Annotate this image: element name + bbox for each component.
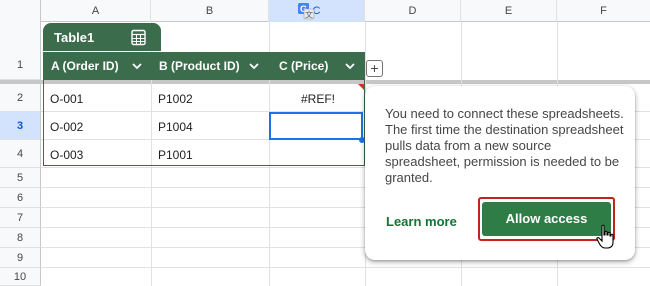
table-cell-error[interactable]: #REF! bbox=[301, 92, 335, 106]
hand-cursor-icon bbox=[596, 224, 614, 249]
table-header-a[interactable]: A (Order ID) bbox=[51, 52, 119, 80]
column-header-d[interactable]: D bbox=[365, 0, 461, 22]
column-header-b[interactable]: B bbox=[151, 0, 269, 22]
column-header-a[interactable]: A bbox=[41, 0, 151, 22]
row-header-8[interactable]: 8 bbox=[0, 228, 41, 248]
select-all-corner[interactable] bbox=[0, 0, 41, 22]
table-cell[interactable]: O-001 bbox=[50, 92, 83, 106]
calculator-icon bbox=[131, 29, 146, 46]
chevron-down-icon[interactable] bbox=[248, 61, 260, 71]
grid-line bbox=[41, 267, 650, 268]
table-cell[interactable]: P1002 bbox=[158, 92, 193, 106]
row-header-3[interactable]: 3 bbox=[0, 112, 41, 140]
row-header-10[interactable]: 10 bbox=[0, 268, 41, 286]
row-header-4[interactable]: 4 bbox=[0, 140, 41, 168]
column-header-c[interactable]: C bbox=[269, 0, 365, 22]
row-header-1[interactable]: 1 bbox=[0, 22, 41, 80]
active-cell-selection[interactable] bbox=[269, 112, 363, 140]
connect-spreadsheets-popup: You need to connect these spreadsheets. … bbox=[365, 86, 635, 260]
table-name: Table1 bbox=[54, 30, 95, 45]
learn-more-link[interactable]: Learn more bbox=[386, 214, 457, 229]
allow-access-button[interactable]: Allow access bbox=[482, 202, 611, 236]
row-header-5[interactable]: 5 bbox=[0, 168, 41, 188]
table-header-b[interactable]: B (Product ID) bbox=[159, 52, 240, 80]
row-header-9[interactable]: 9 bbox=[0, 248, 41, 268]
svg-text:文: 文 bbox=[305, 10, 313, 20]
row-header-2[interactable]: 2 bbox=[0, 84, 41, 112]
add-column-button[interactable]: + bbox=[366, 60, 383, 77]
translate-icon[interactable]: G 文 bbox=[297, 2, 315, 20]
column-header-f[interactable]: F bbox=[557, 0, 650, 22]
table-cell[interactable]: P1001 bbox=[158, 148, 193, 162]
popup-message: You need to connect these spreadsheets. … bbox=[385, 106, 624, 185]
chevron-down-icon[interactable] bbox=[344, 61, 356, 71]
table-cell[interactable]: O-003 bbox=[50, 148, 83, 162]
column-header-e[interactable]: E bbox=[461, 0, 557, 22]
row-header-6[interactable]: 6 bbox=[0, 188, 41, 208]
chevron-down-icon[interactable] bbox=[131, 61, 143, 71]
column-header-row: A B C D E F bbox=[0, 0, 650, 22]
table-options-button[interactable] bbox=[118, 23, 161, 51]
table-cell[interactable]: P1004 bbox=[158, 120, 193, 134]
table-cell[interactable]: O-002 bbox=[50, 120, 83, 134]
table-header-c[interactable]: C (Price) bbox=[279, 52, 328, 80]
row-header-7[interactable]: 7 bbox=[0, 208, 41, 228]
table-header-row: A (Order ID) B (Product ID) C (Price) bbox=[43, 52, 365, 80]
error-indicator-icon bbox=[358, 84, 364, 90]
